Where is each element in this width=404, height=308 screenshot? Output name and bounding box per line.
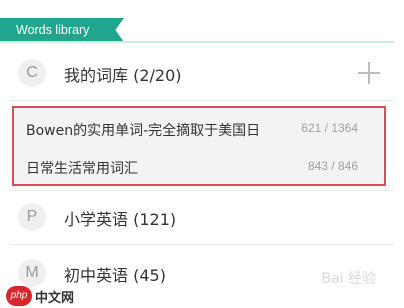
page-title: Words library <box>16 23 90 37</box>
divider <box>10 244 394 245</box>
list-item-progress: 843 / 846 <box>307 159 358 173</box>
phpcn-text: 中文网 <box>35 290 75 306</box>
my-library-list: Bowen的实用单词-完全摘取于美国日 621 / 1364 日常生活常用词汇 … <box>12 106 386 186</box>
list-item-title: Bowen的实用单词-完全摘取于美国日 <box>26 123 261 139</box>
plus-icon[interactable] <box>356 60 382 86</box>
group-my-library[interactable]: C 我的词库 (2/20) <box>0 48 404 98</box>
baidu-watermark: Bai 经验 <box>321 271 376 287</box>
group-avatar: M <box>18 259 46 287</box>
group-label: 小学英语 (121) <box>64 210 177 229</box>
phpcn-watermark: php 中文网 <box>6 286 74 306</box>
group-label: 初中英语 (45) <box>64 266 166 285</box>
header-divider <box>0 41 394 43</box>
group-label: 我的词库 (2/20) <box>64 66 182 85</box>
list-item-title: 日常生活常用词汇 <box>26 161 138 177</box>
divider <box>10 190 394 191</box>
php-logo-icon: php <box>6 286 32 306</box>
group-avatar: C <box>18 59 46 87</box>
list-item-bowen[interactable]: Bowen的实用单词-完全摘取于美国日 621 / 1364 <box>14 110 384 148</box>
group-avatar: P <box>18 203 46 231</box>
divider <box>10 100 394 101</box>
list-item-progress: 621 / 1364 <box>301 121 358 135</box>
group-primary-english[interactable]: P 小学英语 (121) <box>0 192 404 242</box>
list-item-daily-life[interactable]: 日常生活常用词汇 843 / 846 <box>14 148 384 186</box>
words-library-screen: Words library C 我的词库 (2/20) Bowen的实用单词-完… <box>0 0 404 308</box>
